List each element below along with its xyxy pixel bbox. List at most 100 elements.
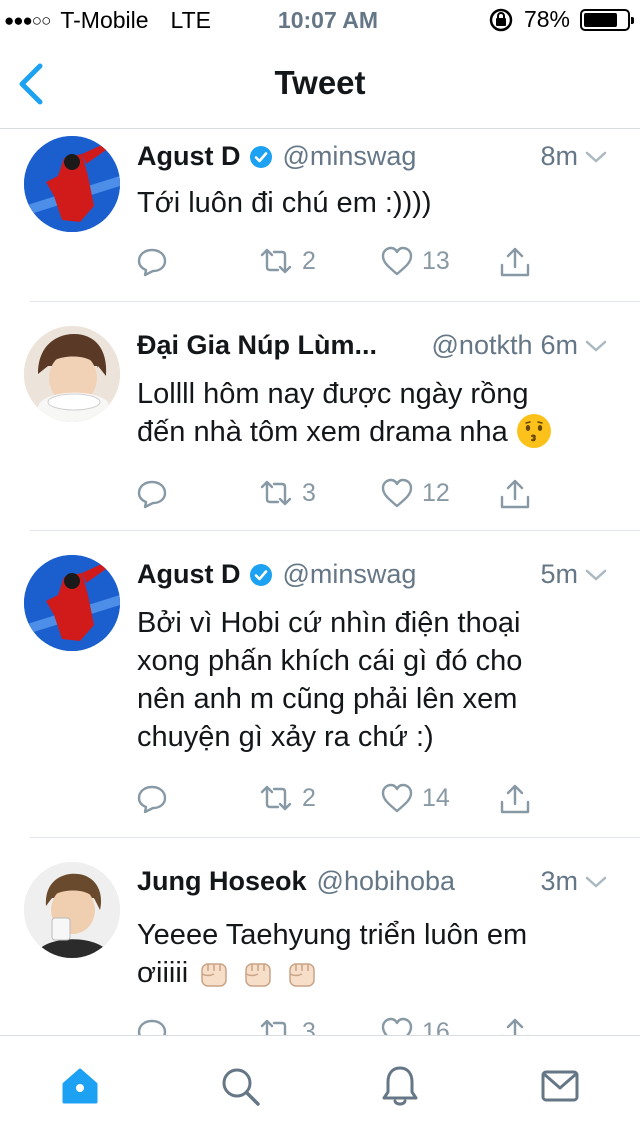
reply-icon: [137, 1019, 167, 1035]
reply-button[interactable]: [136, 477, 168, 509]
tweet-text-line: ơiiiii: [137, 954, 610, 992]
rotation-lock-icon: [489, 8, 513, 31]
chevron-down-icon[interactable]: [584, 338, 608, 354]
retweet-count: 2: [302, 783, 316, 812]
tweet-text: Tới luôn đi chú em :)))): [137, 184, 610, 222]
heart-icon: [381, 478, 413, 508]
share-icon: [500, 784, 530, 814]
tweet-actions: 3 12: [136, 477, 536, 513]
retweet-button[interactable]: 2: [258, 245, 316, 277]
heart-icon: [381, 1017, 413, 1035]
author-handle[interactable]: @hobihoba: [317, 866, 456, 897]
avatar-image: [24, 555, 120, 651]
chevron-down-icon[interactable]: [584, 149, 608, 165]
kissing-face-emoji: [516, 414, 551, 448]
raised-fist-emoji: [201, 963, 228, 987]
like-button[interactable]: 16: [380, 1016, 450, 1035]
tweet-actions: 2 14: [136, 782, 536, 818]
tweet-text-line: Tới luôn đi chú em :)))): [137, 187, 432, 219]
avatar-image: [24, 862, 120, 958]
avatar-image: [24, 136, 120, 232]
retweet-count: 3: [302, 478, 316, 507]
retweet-count: 2: [302, 246, 316, 275]
tweet-text-line: Yeeee Taehyung triển luôn em: [137, 919, 528, 951]
notifications-icon[interactable]: [378, 1064, 422, 1108]
author-name[interactable]: Jung Hoseok: [137, 866, 307, 897]
share-icon: [500, 479, 530, 509]
retweet-button[interactable]: 3: [258, 477, 316, 509]
raised-fist-emoji: [245, 963, 272, 987]
tweet-item[interactable]: Agust D @minswag 8m Tới luôn đi chú em :…: [24, 129, 640, 302]
avatar-image: [24, 326, 120, 422]
tweet-item[interactable]: Jung Hoseok @hobihoba 3m Yeeee Taehyung …: [24, 838, 640, 1035]
tweet-actions: 3 16: [136, 1016, 536, 1035]
share-button[interactable]: [498, 245, 532, 279]
avatar[interactable]: [24, 555, 120, 651]
avatar[interactable]: [24, 862, 120, 958]
retweet-icon: [260, 248, 292, 274]
reply-icon: [137, 480, 167, 509]
like-button[interactable]: 14: [380, 782, 450, 814]
chevron-down-icon[interactable]: [584, 874, 608, 890]
share-button[interactable]: [498, 477, 532, 511]
tweet-actions: 2 13: [136, 245, 536, 281]
navigation-bar: Tweet: [0, 40, 640, 129]
avatar[interactable]: [24, 136, 120, 232]
verified-badge-icon: [249, 563, 272, 586]
search-icon[interactable]: [218, 1064, 262, 1108]
tweet-text-line: Lollll hôm nay được ngày rồng: [137, 378, 529, 410]
chevron-down-icon[interactable]: [584, 567, 608, 583]
heart-icon: [381, 783, 413, 813]
home-icon[interactable]: [58, 1064, 102, 1108]
share-button[interactable]: [498, 1016, 532, 1035]
author-name[interactable]: Đại Gia Núp Lùm...: [137, 330, 377, 361]
tweet-text-line: nên anh m cũng phải lên xem: [137, 683, 518, 715]
retweet-count: 3: [302, 1017, 316, 1036]
author-handle[interactable]: @notkth: [432, 330, 533, 361]
tweet-feed[interactable]: Agust D @minswag 8m Tới luôn đi chú em :…: [0, 129, 640, 1035]
messages-icon[interactable]: [538, 1064, 582, 1108]
like-button[interactable]: 12: [380, 477, 450, 509]
share-button[interactable]: [498, 782, 532, 816]
tweet-item[interactable]: Đại Gia Núp Lùm... @notkth 6m Lollll hôm…: [24, 302, 640, 531]
tweet-text-line: Bởi vì Hobi cứ nhìn điện thoại: [137, 607, 521, 639]
tweet-text-line: đến nhà tôm xem drama nha: [137, 413, 610, 451]
retweet-button[interactable]: 2: [258, 782, 316, 814]
tweet-text-line: chuyện gì xảy ra chứ :): [137, 721, 434, 753]
verified-badge-icon: [249, 145, 272, 168]
like-button[interactable]: 13: [380, 245, 450, 277]
battery-percent: 78%: [523, 6, 570, 32]
tweet-timestamp: 6m: [540, 330, 578, 360]
raised-fist-emoji: [289, 963, 316, 987]
tweet-text-line: xong phấn khích cái gì đó cho: [137, 645, 523, 677]
reply-button[interactable]: [136, 1016, 168, 1035]
like-count: 12: [422, 478, 450, 507]
author-name[interactable]: Agust D: [137, 141, 241, 172]
tweet-text: Yeeee Taehyung triển luôn em ơiiiii: [137, 916, 610, 992]
page-title: Tweet: [274, 64, 366, 101]
like-count: 14: [422, 783, 450, 812]
tweet-text: Bởi vì Hobi cứ nhìn điện thoại xong phấn…: [137, 604, 610, 756]
like-count: 13: [422, 246, 450, 275]
tweet-timestamp: 3m: [540, 866, 578, 896]
avatar[interactable]: [24, 326, 120, 422]
reply-button[interactable]: [136, 245, 168, 277]
author-name[interactable]: Agust D: [137, 559, 241, 590]
tweet-timestamp: 5m: [540, 559, 578, 589]
share-icon: [500, 247, 530, 277]
tweet-timestamp: 8m: [540, 141, 578, 171]
heart-icon: [381, 246, 413, 276]
reply-icon: [137, 785, 167, 814]
reply-button[interactable]: [136, 782, 168, 814]
retweet-icon: [260, 480, 292, 506]
retweet-button[interactable]: 3: [258, 1016, 316, 1035]
author-handle[interactable]: @minswag: [283, 141, 417, 172]
reply-icon: [137, 248, 167, 277]
retweet-icon: [260, 785, 292, 811]
tweet-item[interactable]: Agust D @minswag 5m Bởi vì Hobi cứ nhìn …: [24, 531, 640, 838]
share-icon: [501, 1018, 529, 1035]
tab-bar: [0, 1035, 640, 1137]
status-bar: ●●●○○ T-Mobile LTE 10:07 AM 78%: [0, 0, 640, 40]
author-handle[interactable]: @minswag: [283, 559, 417, 590]
tweet-text: Lollll hôm nay được ngày rồng đến nhà tô…: [137, 375, 610, 451]
